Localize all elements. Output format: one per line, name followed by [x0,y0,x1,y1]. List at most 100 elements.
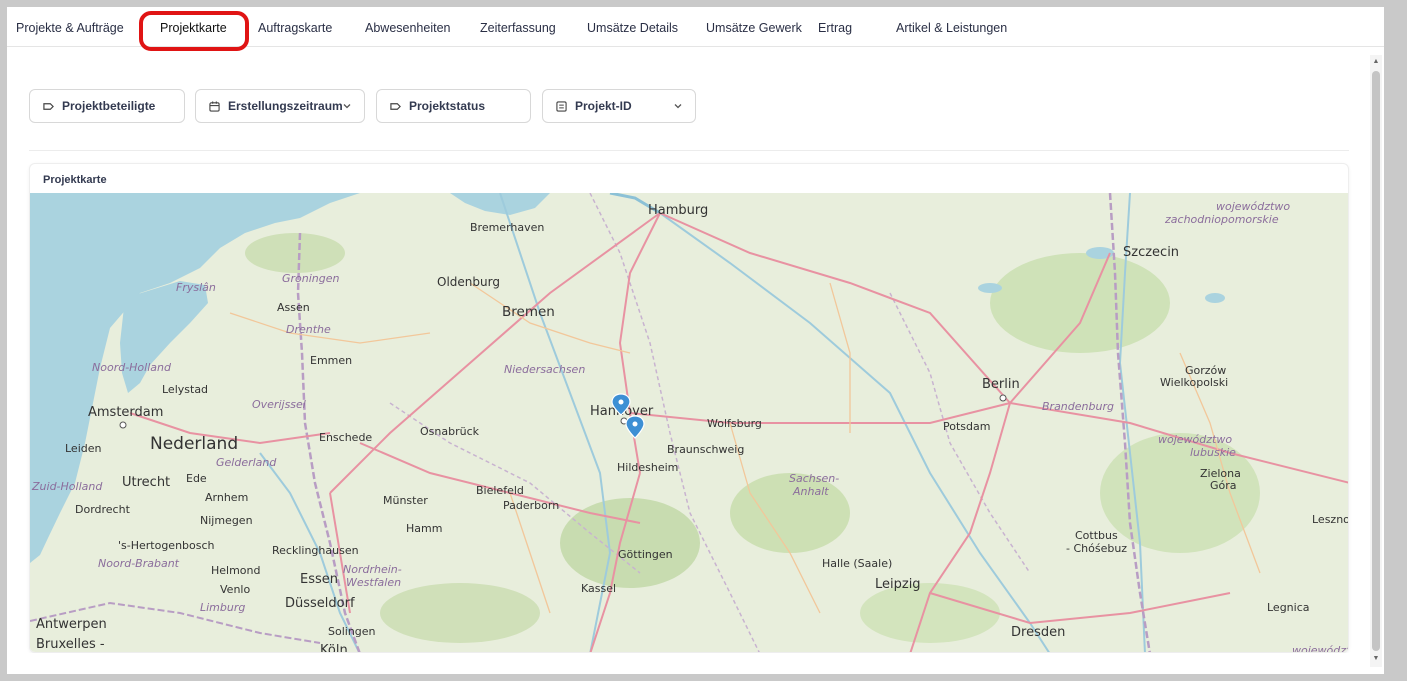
city-label: Amsterdam [88,405,163,420]
city-label: Köln [320,643,348,653]
project-map-card: Projektkarte Hamburg Paderborn Bremerhav… [29,163,1349,653]
city-label: Góra [1210,479,1237,492]
forest [990,253,1170,353]
city-label: Dresden [1011,625,1065,640]
tag-icon [390,102,401,110]
filter-erstellungszeitraum[interactable]: Erstellungszeitraum [195,89,365,123]
scroll-up-icon[interactable]: ▲ [1372,58,1380,66]
tab-auftragskarte[interactable]: Auftragskarte [258,21,332,35]
city-label: Arnhem [205,491,248,504]
filter-projekt-id[interactable]: Projekt-ID [542,89,696,123]
filter-label: Erstellungszeitraum [228,99,343,113]
tag-icon [43,102,54,110]
city-label: Hamm [406,522,442,535]
city-label: Leiden [65,442,102,455]
region-label: Niedersachsen [504,363,585,376]
tab-umsaetze-details[interactable]: Umsätze Details [587,21,678,35]
city-label: Halle (Saale) [822,557,892,570]
region-label: Noord-Brabant [98,557,180,570]
city-label: Leipzig [875,577,921,592]
region-label: Limburg [200,601,245,614]
region-label: Overijssel [252,398,306,411]
scroll-down-icon[interactable]: ▼ [1372,655,1380,663]
lake [978,283,1002,293]
region-label: Gelderland [216,456,277,469]
list-icon [556,100,567,112]
forest [245,233,345,273]
city-label: Oldenburg [437,275,500,289]
region-label: województwo [1292,644,1349,653]
lake [1205,293,1225,303]
region-label: Drenthe [286,323,331,336]
city-label: Wielkopolski [1160,376,1228,389]
city-label: Paderborn [503,499,559,512]
city-label: Solingen [328,625,376,638]
tab-abwesenheiten[interactable]: Abwesenheiten [365,21,450,35]
city-label: Szczecin [1123,245,1179,260]
tab-zeiterfassung[interactable]: Zeiterfassung [480,21,556,35]
region-label: Sachsen- [789,472,839,485]
city-label: Legnica [1267,601,1310,614]
vertical-scrollbar[interactable]: ▲ ▼ [1370,55,1382,667]
city-label: Ede [186,472,207,485]
city-label: Essen [300,572,338,587]
tab-projektkarte[interactable]: Projektkarte [160,21,227,35]
city-label: Bruxelles - [36,637,105,652]
city-label: Münster [383,494,428,507]
city-label: Bremerhaven [470,221,544,234]
city-label: Hildesheim [617,461,678,474]
city-label: Hamburg [648,203,708,218]
city-label: Recklinghausen [272,544,359,557]
city-label: 's-Hertogenbosch [118,539,215,552]
city-label: Bremen [502,304,555,320]
region-label: lubuskie [1190,446,1236,459]
city-label: Potsdam [943,420,990,433]
chevron-down-icon [343,104,351,109]
ijsselmeer [120,281,208,393]
tab-artikel-leistungen[interactable]: Artikel & Leistungen [896,21,1007,35]
city-label: Enschede [319,431,372,444]
tab-ertrag[interactable]: Ertrag [818,21,852,35]
region-label: Nordrhein- [343,563,402,576]
tab-projekte-auftraege[interactable]: Projekte & Aufträge [16,21,124,35]
tab-umsaetze-gewerk[interactable]: Umsätze Gewerk [706,21,802,35]
country-label: Nederland [150,434,238,454]
city-label: Venlo [220,583,250,596]
region-label: Anhalt [792,485,829,498]
filter-label: Projekt-ID [575,99,632,113]
river-elbe [659,212,1050,652]
city-label: Berlin [982,377,1020,392]
app-window: Projekte & Aufträge Projektkarte Auftrag… [7,7,1384,674]
scroll-thumb[interactable] [1372,71,1380,651]
calendar-icon [209,100,220,112]
region-label: Noord-Holland [92,361,172,374]
jade-bight [450,193,550,215]
project-marker[interactable] [625,415,645,439]
forest [1100,433,1260,553]
city-label: Wolfsburg [707,417,762,430]
city-label: Assen [277,301,310,314]
filter-projektbeteiligte[interactable]: Projektbeteiligte [29,89,185,123]
region-label: Fryslân [176,281,216,294]
city-label: Cottbus [1075,529,1118,542]
region-label: Westfalen [346,576,401,589]
forest [380,583,540,643]
map-view[interactable]: Hamburg Paderborn Bremerhaven Oldenburg … [30,193,1349,653]
city-label: Bielefeld [476,484,524,497]
city-label: Braunschweig [667,443,744,456]
card-title: Projektkarte [43,174,107,186]
city-label: Kassel [581,582,616,595]
chevron-down-icon [674,104,682,109]
city-label: Lelystad [162,383,208,396]
map-canvas[interactable]: Hamburg Paderborn Bremerhaven Oldenburg … [30,193,1349,653]
region-label: Brandenburg [1042,400,1114,413]
city-label: Leszno [1312,513,1349,526]
tab-bar: Projekte & Aufträge Projektkarte Auftrag… [7,7,1384,47]
region-label: zachodniopomorskie [1164,213,1279,226]
city-label: Nijmegen [200,514,253,527]
region-label: województwo [1158,433,1232,446]
region-label: Groningen [282,272,340,285]
filter-projektstatus[interactable]: Projektstatus [376,89,531,123]
city-label: Göttingen [618,548,673,561]
bottom-bar [7,653,1370,674]
